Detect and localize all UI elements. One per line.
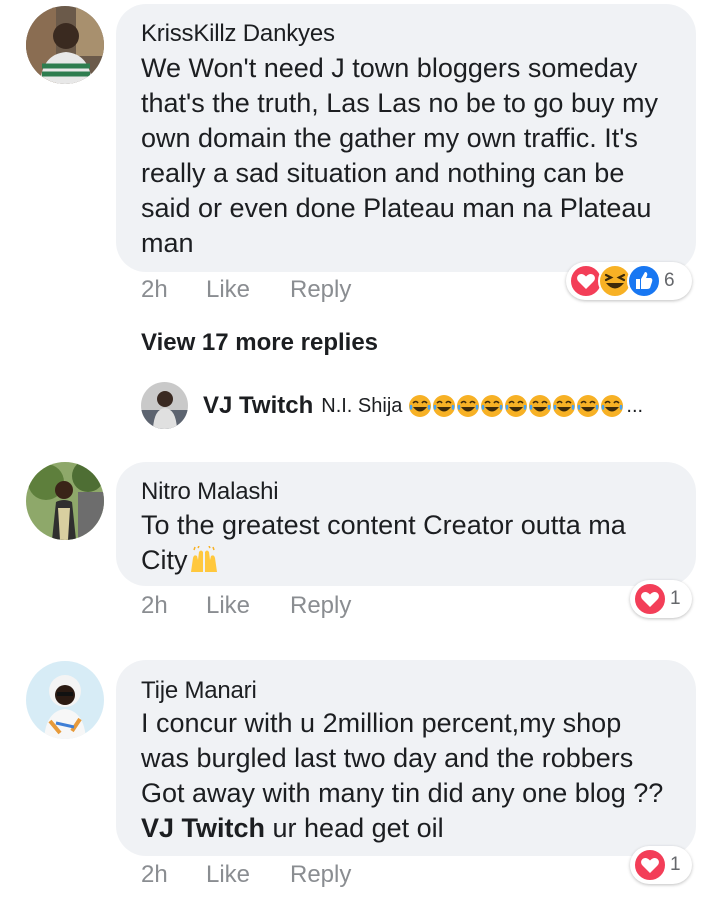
tears-of-joy-emoji-row — [408, 394, 624, 418]
comment-line: We Won't need J town bloggers someday — [141, 53, 638, 83]
like-button[interactable]: Like — [206, 276, 250, 304]
reply-author[interactable]: VJ Twitch — [203, 392, 313, 420]
comment-line-text: City — [141, 545, 188, 575]
reaction-summary[interactable]: 1 — [630, 846, 692, 884]
mention-link[interactable]: VJ Twitch — [141, 813, 265, 843]
comment-line-text: ur head get oil — [265, 813, 444, 843]
comment-author[interactable]: Tije Manari — [141, 677, 257, 705]
tears-of-joy-icon — [601, 395, 624, 417]
tears-of-joy-icon — [553, 395, 576, 417]
tears-of-joy-icon — [577, 395, 600, 417]
comment-author[interactable]: KrissKillz Dankyes — [141, 20, 335, 48]
avatar[interactable] — [26, 6, 104, 84]
comment-author[interactable]: Nitro Malashi — [141, 478, 279, 506]
tears-of-joy-icon — [481, 395, 504, 417]
reply-ellipsis: ... — [626, 394, 644, 417]
reply-button[interactable]: Reply — [290, 861, 351, 889]
comment-line: man — [141, 228, 194, 258]
like-button[interactable]: Like — [206, 861, 250, 889]
tears-of-joy-icon — [457, 395, 480, 417]
like-button[interactable]: Like — [206, 592, 250, 620]
comment-actions: 2h Like Reply — [0, 592, 720, 622]
comment-line: that's the truth, Las Las no be to go bu… — [141, 88, 658, 118]
view-more-replies[interactable]: View 17 more replies — [141, 329, 378, 357]
reply-text: N.I. Shija — [321, 394, 403, 417]
comment-line: really a sad situation and nothing can b… — [141, 158, 625, 188]
comment-time: 2h — [141, 592, 168, 619]
comment-line: was burgled last two day and the robbers — [141, 743, 634, 773]
comment-text: I concur with u 2million percent,my shop… — [141, 706, 663, 846]
comment-text: We Won't need J town bloggers someday th… — [141, 51, 658, 261]
comment-line: To the greatest content Creator outta ma — [141, 510, 626, 540]
comment-time: 2h — [141, 276, 168, 303]
like-icon — [627, 264, 661, 298]
love-icon — [633, 582, 667, 616]
reaction-summary[interactable]: 1 — [630, 580, 692, 618]
reaction-count: 1 — [670, 854, 681, 875]
avatar[interactable] — [26, 661, 104, 739]
tears-of-joy-icon — [505, 395, 528, 417]
comment-line: I concur with u 2million percent,my shop — [141, 708, 622, 738]
raising-hands-icon — [190, 546, 217, 572]
reaction-summary[interactable]: 6 — [566, 262, 692, 300]
reply-preview[interactable]: VJ Twitch N.I. Shija ... — [203, 392, 643, 420]
avatar[interactable] — [26, 462, 104, 540]
tears-of-joy-icon — [529, 395, 552, 417]
tears-of-joy-icon — [433, 395, 456, 417]
comment-line: City — [141, 543, 626, 578]
reply-avatar[interactable] — [141, 382, 188, 429]
comment-line: Got away with many tin did any one blog … — [141, 778, 664, 808]
tears-of-joy-icon — [409, 395, 432, 417]
reaction-count: 1 — [670, 588, 681, 609]
comment-line: said or even done Plateau man na Plateau — [141, 193, 652, 223]
comment-actions: 2h Like Reply — [0, 861, 720, 891]
comment-text: To the greatest content Creator outta ma… — [141, 508, 626, 578]
comment-line: own domain the gather my own traffic. It… — [141, 123, 638, 153]
reaction-count: 6 — [664, 270, 675, 291]
comment-line: VJ Twitch ur head get oil — [141, 811, 663, 846]
reply-button[interactable]: Reply — [290, 592, 351, 620]
love-icon — [633, 848, 667, 882]
reply-button[interactable]: Reply — [290, 276, 351, 304]
comment-time: 2h — [141, 861, 168, 888]
